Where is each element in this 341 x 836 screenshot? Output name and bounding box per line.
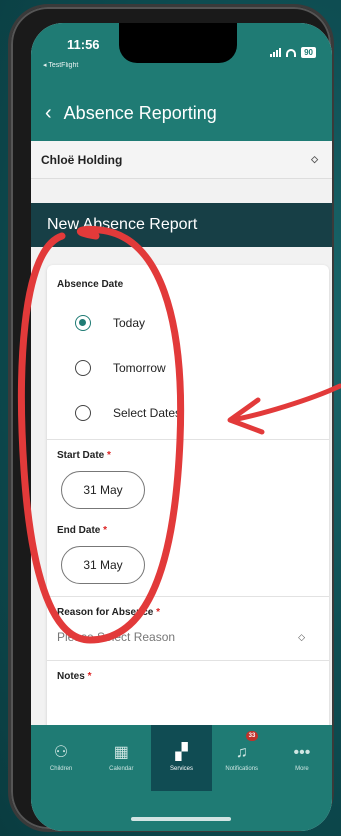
radio-selected-icon[interactable] (75, 314, 91, 331)
absence-date-options: Today Tomorrow Select Dates (57, 300, 329, 435)
notification-badge: 33 (245, 731, 259, 741)
updown-chevron-icon: ◇ (298, 631, 305, 642)
tab-label: Calendar (109, 765, 134, 772)
services-icon: ▞ (175, 743, 188, 761)
tab-children[interactable]: ⚇ Children (31, 725, 91, 791)
signal-icon (270, 48, 282, 57)
status-time: 11:56 (67, 37, 100, 52)
reason-placeholder: Please Select Reason (57, 630, 176, 644)
tab-services[interactable]: ▞ Services (151, 725, 212, 791)
start-date-button[interactable]: 31 May (61, 471, 145, 509)
battery-icon: 90 (301, 47, 316, 58)
children-icon: ⚇ (53, 743, 69, 761)
child-selector-value: Chloë Holding (41, 152, 123, 167)
wifi-icon (286, 48, 297, 57)
radio-option-tomorrow[interactable]: Tomorrow (75, 345, 329, 390)
start-date-label: Start Date * (57, 450, 111, 461)
back-to-app-link[interactable]: ◂ TestFlight (43, 61, 78, 69)
required-mark: * (103, 525, 108, 536)
required-mark: * (156, 607, 161, 618)
notes-label: Notes * (57, 671, 92, 682)
radio-option-today[interactable]: Today (75, 300, 329, 345)
required-mark: * (87, 671, 92, 682)
tab-label: Notifications (225, 765, 259, 772)
required-mark: * (107, 450, 111, 461)
phone-frame: 11:56 ◂ TestFlight 90 ‹ Absence Reportin… (8, 4, 334, 832)
reason-select[interactable]: Please Select Reason ◇ (57, 630, 329, 644)
tab-more[interactable]: ••• More (272, 725, 332, 791)
tab-label: More (295, 765, 309, 772)
navigation-bar: ‹ Absence Reporting (31, 85, 332, 141)
radio-label: Today (113, 315, 146, 330)
more-icon: ••• (293, 743, 311, 761)
end-date-button[interactable]: 31 May (61, 546, 145, 584)
phone-screen: 11:56 ◂ TestFlight 90 ‹ Absence Reportin… (31, 23, 332, 831)
tab-calendar[interactable]: ▦ Calendar (91, 725, 151, 791)
radio-label: Select Dates (113, 405, 182, 420)
status-bar: 11:56 ◂ TestFlight 90 (31, 23, 332, 85)
updown-chevron-icon: ◇ (311, 154, 318, 164)
tab-list: ⚇ Children ▦ Calendar ▞ Services ♫ 33 No… (31, 725, 332, 791)
radio-label: Tomorrow (113, 360, 166, 375)
reason-label: Reason for Absence * (57, 607, 161, 618)
back-chevron-icon[interactable]: ‹ (45, 103, 52, 123)
radio-unselected-icon[interactable] (75, 404, 91, 421)
tab-bar: ⚇ Children ▦ Calendar ▞ Services ♫ 33 No… (31, 725, 332, 831)
tab-label: Services (170, 765, 194, 772)
home-indicator[interactable] (131, 817, 231, 821)
report-header: New Absence Report (31, 203, 332, 247)
system-icons: 90 (270, 47, 316, 58)
divider (47, 439, 329, 440)
end-date-label: End Date * (57, 525, 108, 536)
absence-form-card: Absence Date Today Tomorrow Select Dates… (47, 265, 329, 765)
report-title: New Absence Report (47, 216, 198, 233)
tab-label: Children (49, 765, 73, 772)
bell-icon: ♫ (235, 743, 248, 761)
calendar-icon: ▦ (113, 743, 129, 761)
radio-unselected-icon[interactable] (75, 359, 91, 376)
divider (47, 660, 329, 661)
tab-notifications[interactable]: ♫ 33 Notifications (212, 725, 272, 791)
radio-option-select-dates[interactable]: Select Dates (75, 390, 329, 435)
child-selector[interactable]: Chloë Holding ◇ (31, 141, 332, 179)
absence-date-label: Absence Date (57, 279, 124, 290)
notch (119, 23, 237, 63)
page-title: Absence Reporting (63, 102, 217, 123)
divider (47, 596, 329, 597)
